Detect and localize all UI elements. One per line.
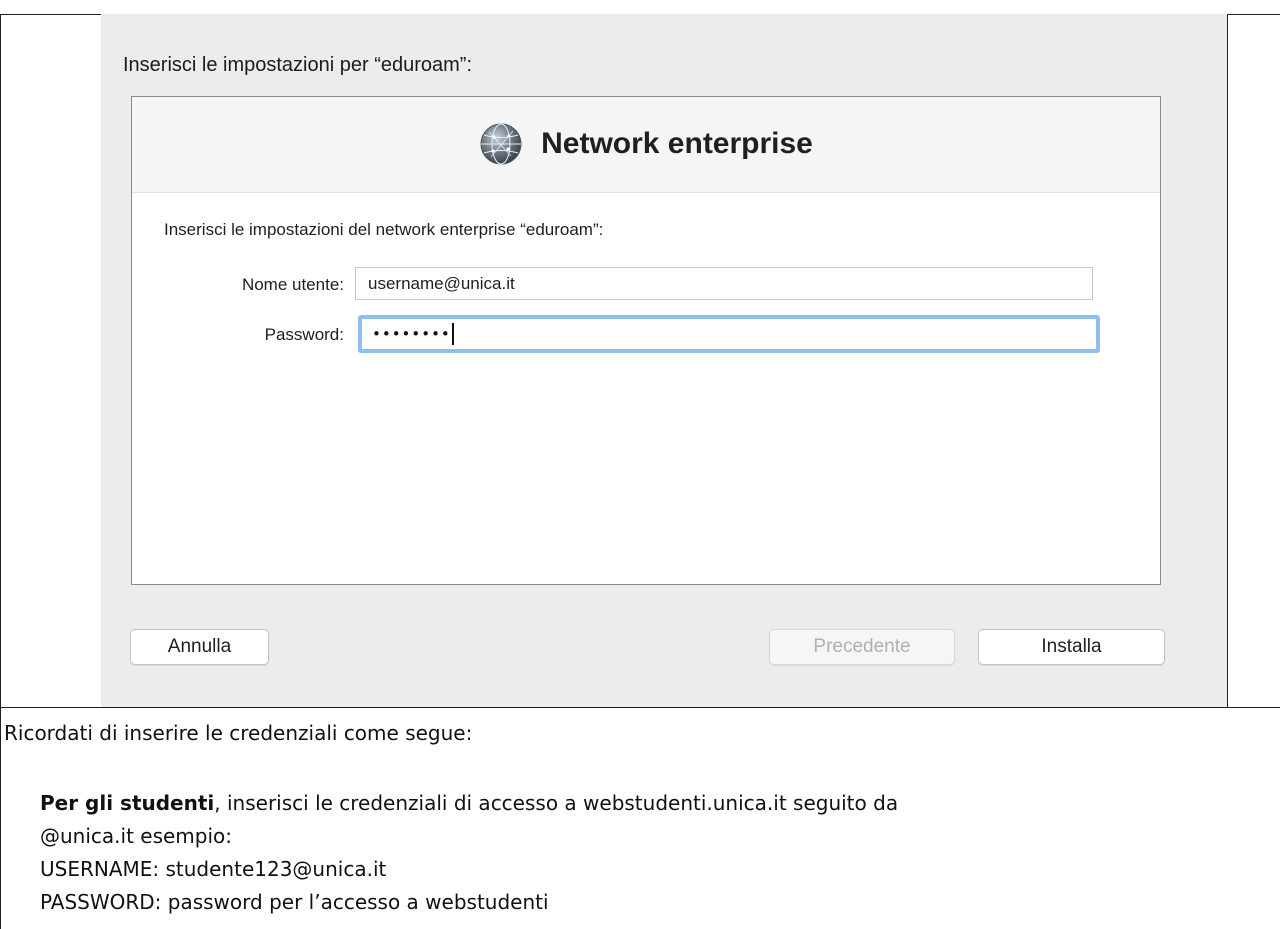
note-intro: Ricordati di inserire le credenziali com… bbox=[4, 721, 473, 745]
dialog-prompt: Inserisci le impostazioni per “eduroam”: bbox=[123, 54, 473, 76]
cancel-button[interactable]: Annulla bbox=[130, 629, 269, 665]
previous-button[interactable]: Precedente bbox=[769, 629, 955, 665]
globe-network-icon bbox=[479, 122, 523, 166]
table-border-right bbox=[1227, 14, 1228, 707]
students-bold-label: Per gli studenti bbox=[40, 791, 215, 815]
network-settings-dialog: Inserisci le impostazioni per “eduroam”: bbox=[101, 14, 1227, 707]
document-table: Inserisci le impostazioni per “eduroam”: bbox=[0, 0, 1280, 929]
panel-subtitle: Inserisci le impostazioni del network en… bbox=[164, 220, 604, 239]
table-row-separator bbox=[0, 707, 1280, 708]
students-instruction: Per gli studenti, inserisci le credenzia… bbox=[40, 791, 898, 815]
network-panel: Network enterprise Inserisci le impostaz… bbox=[131, 96, 1161, 585]
panel-title: Network enterprise bbox=[541, 127, 813, 160]
password-example: PASSWORD: password per l’accesso a webst… bbox=[40, 890, 549, 914]
panel-header: Network enterprise bbox=[132, 97, 1160, 193]
table-border-left bbox=[0, 14, 1, 929]
password-field[interactable]: •••••••• bbox=[358, 315, 1100, 353]
username-example: USERNAME: studente123@unica.it bbox=[40, 857, 387, 881]
students-instruction-text: , inserisci le credenziali di accesso a … bbox=[214, 791, 899, 815]
text-caret bbox=[451, 323, 454, 345]
password-label: Password: bbox=[264, 325, 344, 344]
install-button[interactable]: Installa bbox=[978, 629, 1165, 665]
password-dots: •••••••• bbox=[372, 325, 451, 343]
username-label: Nome utente: bbox=[241, 275, 344, 294]
username-field[interactable]: username@unica.it bbox=[355, 267, 1093, 300]
students-instruction-line2: @unica.it esempio: bbox=[40, 824, 233, 848]
